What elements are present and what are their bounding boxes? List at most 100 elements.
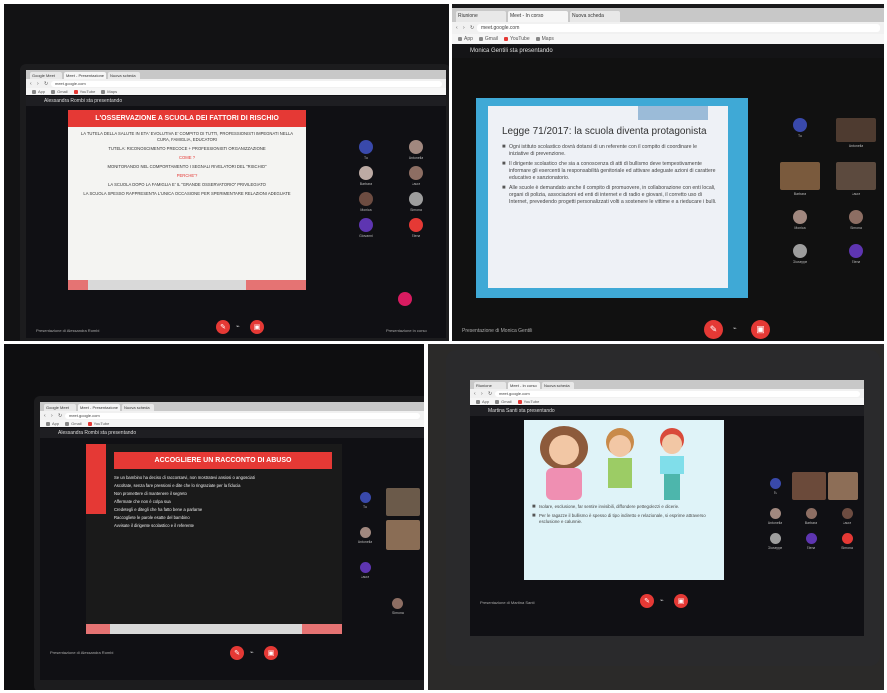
participant-tile[interactable]: Barbara bbox=[777, 162, 823, 196]
browser-tab-active[interactable]: Meet - Presentazione bbox=[64, 72, 107, 79]
participant-tile[interactable]: Tu bbox=[777, 118, 823, 148]
forward-icon[interactable]: › bbox=[463, 26, 467, 31]
participant-tile[interactable]: Laura bbox=[833, 162, 879, 196]
bookmark-youtube[interactable]: YouTube bbox=[517, 399, 539, 404]
bookmark-apps[interactable]: App bbox=[32, 89, 45, 94]
participant-tile[interactable]: Monica bbox=[777, 210, 823, 230]
bookmark-youtube[interactable]: YouTube bbox=[73, 89, 95, 94]
camera-icon[interactable]: ▣ bbox=[751, 320, 770, 339]
slide-line-highlight: COME ? bbox=[178, 155, 196, 160]
participant-tile[interactable]: Antonella bbox=[396, 140, 436, 160]
back-icon[interactable]: ‹ bbox=[44, 413, 48, 418]
microphone-icon[interactable]: ✎ bbox=[640, 594, 654, 608]
bookmark-apps[interactable]: App bbox=[458, 36, 473, 42]
browser-tab[interactable]: Nuova scheda bbox=[108, 72, 141, 79]
participant-tile[interactable]: Laura bbox=[396, 166, 436, 186]
reload-icon[interactable]: ↻ bbox=[44, 81, 48, 86]
participant-tile[interactable]: Laura bbox=[350, 562, 380, 579]
participant-name: Barbara bbox=[804, 521, 818, 525]
avatar bbox=[770, 478, 781, 489]
forward-icon[interactable]: › bbox=[51, 413, 55, 418]
url-field[interactable]: meet.google.com bbox=[495, 390, 860, 397]
microphone-icon[interactable]: ✎ bbox=[704, 320, 723, 339]
presenter-bar: Alessandra Rombi sta presentando bbox=[26, 96, 446, 106]
forward-icon[interactable]: › bbox=[37, 81, 41, 86]
browser-tab[interactable]: Nuova scheda bbox=[122, 404, 155, 411]
bookmark-maps[interactable]: Maps bbox=[101, 89, 117, 94]
participant-tile[interactable]: Barbara bbox=[796, 508, 826, 525]
participant-name: Barbara bbox=[359, 182, 373, 186]
browser-tab-active[interactable]: Meet - In corso bbox=[508, 11, 568, 22]
bookmark-gmail[interactable]: Gmail bbox=[495, 399, 512, 404]
participant-tile[interactable]: Elena bbox=[796, 533, 826, 550]
back-icon[interactable]: ‹ bbox=[30, 81, 34, 86]
reload-icon[interactable]: ↻ bbox=[470, 26, 474, 31]
browser-tab[interactable]: Google Meet bbox=[30, 72, 62, 79]
back-icon[interactable]: ‹ bbox=[474, 391, 478, 396]
participant-name: Barbara bbox=[793, 192, 807, 196]
camera-icon[interactable]: ▣ bbox=[264, 646, 278, 660]
url-field[interactable]: meet.google.com bbox=[477, 24, 880, 32]
browser-tab-active[interactable]: Meet - In corso bbox=[508, 382, 540, 389]
participant-name: Giovanni bbox=[359, 234, 373, 238]
microphone-icon[interactable]: ✎ bbox=[216, 320, 230, 334]
participant-tile[interactable]: Monica bbox=[346, 192, 386, 212]
participant-name: Antonella bbox=[357, 540, 373, 544]
bullet-icon: ■ bbox=[502, 161, 506, 167]
browser-tab[interactable]: Nuova scheda bbox=[542, 382, 574, 389]
bookmark-gmail[interactable]: Gmail bbox=[65, 421, 82, 426]
bookmark-gmail[interactable]: Gmail bbox=[51, 89, 68, 94]
browser-tab[interactable]: Nuova scheda bbox=[570, 11, 620, 22]
participant-tile[interactable]: Antonella bbox=[760, 508, 790, 525]
participant-tile[interactable]: Simona bbox=[832, 533, 862, 550]
participant-tile[interactable]: Tu bbox=[346, 140, 386, 160]
bookmark-apps[interactable]: App bbox=[46, 421, 59, 426]
camera-icon[interactable]: ▣ bbox=[250, 320, 264, 334]
participant-tile[interactable]: Antonella bbox=[833, 118, 879, 148]
browser-tab-active[interactable]: Meet - Presentazione bbox=[78, 404, 121, 411]
url-field[interactable]: meet.google.com bbox=[51, 80, 442, 87]
browser-tab[interactable]: Riunione bbox=[456, 11, 506, 22]
hangup-icon[interactable]: ⌁ bbox=[733, 326, 741, 332]
bookmark-gmail[interactable]: Gmail bbox=[478, 36, 498, 42]
hangup-icon[interactable]: ⌁ bbox=[250, 650, 258, 656]
camera-icon[interactable]: ▣ bbox=[674, 594, 688, 608]
apps-icon bbox=[476, 399, 480, 404]
participant-tile[interactable]: Simona bbox=[833, 210, 879, 230]
participant-tile[interactable]: Laura bbox=[832, 508, 862, 525]
address-bar-row: ‹ › ↻ meet.google.com bbox=[452, 22, 884, 34]
participant-tile[interactable]: Tu bbox=[770, 478, 781, 495]
hangup-icon[interactable]: ⌁ bbox=[660, 598, 668, 604]
bookmark-maps[interactable]: Maps bbox=[535, 36, 554, 42]
url-field[interactable]: meet.google.com bbox=[65, 412, 420, 419]
avatar bbox=[359, 166, 373, 180]
photo-meet-law: Riunione Meet - In corso Nuova scheda ‹ … bbox=[452, 4, 884, 341]
microphone-icon[interactable]: ✎ bbox=[230, 646, 244, 660]
bullet-text: Alle scuole è demandato anche il compito… bbox=[509, 185, 717, 205]
screen: Google Meet Meet - Presentazione Nuova s… bbox=[26, 70, 446, 338]
participant-tile[interactable]: Simona bbox=[396, 192, 436, 212]
participant-tile[interactable]: Giuseppe bbox=[777, 244, 823, 264]
participant-tile[interactable]: Simona bbox=[392, 598, 404, 615]
bookmark-youtube[interactable]: YouTube bbox=[87, 421, 109, 426]
bookmark-apps[interactable]: App bbox=[476, 399, 489, 404]
participant-tile[interactable]: Giovanni bbox=[346, 218, 386, 238]
shared-slide: Legge 71/2017: la scuola diventa protago… bbox=[488, 106, 728, 288]
participant-tile[interactable]: Giuseppe bbox=[760, 533, 790, 550]
participant-tile[interactable]: Elena bbox=[833, 244, 879, 264]
browser-tab[interactable]: Riunione bbox=[474, 382, 506, 389]
participant-name: Tu bbox=[798, 134, 802, 138]
browser-tab[interactable]: Google Meet bbox=[44, 404, 76, 411]
participant-tile[interactable]: Barbara bbox=[346, 166, 386, 186]
hangup-icon[interactable]: ⌁ bbox=[236, 324, 244, 330]
reload-icon[interactable]: ↻ bbox=[58, 413, 62, 418]
back-icon[interactable]: ‹ bbox=[456, 26, 460, 31]
bookmark-youtube[interactable]: YouTube bbox=[503, 36, 530, 42]
forward-icon[interactable]: › bbox=[481, 391, 485, 396]
slide-accent bbox=[86, 444, 106, 514]
participant-tile[interactable]: Tu bbox=[350, 492, 380, 509]
participant-tile[interactable]: Antonella bbox=[350, 527, 380, 544]
reload-icon[interactable]: ↻ bbox=[488, 391, 492, 396]
bullet-icon: ■ bbox=[532, 513, 536, 519]
participant-tile[interactable]: Elena bbox=[396, 218, 436, 238]
